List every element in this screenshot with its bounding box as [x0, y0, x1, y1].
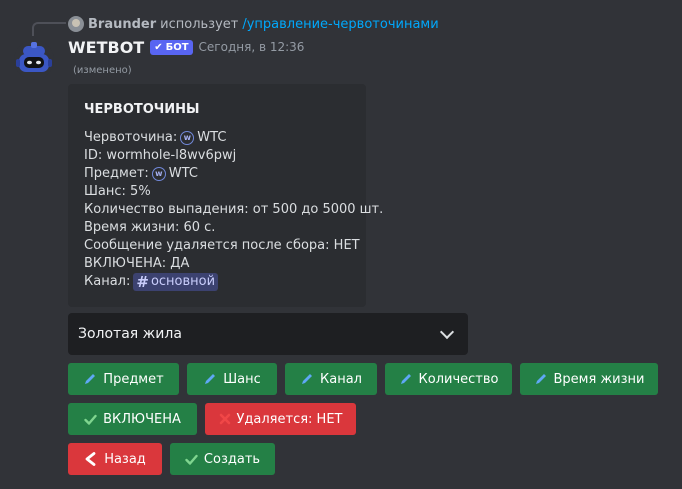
field-value: WTC	[197, 130, 227, 145]
field-value: WTC	[168, 166, 198, 181]
button-label: Предмет	[103, 371, 164, 387]
hashtag-icon: #	[136, 273, 149, 291]
bot-username[interactable]: WETBOT	[68, 38, 144, 57]
check-icon	[84, 413, 97, 426]
button-label: Время жизни	[553, 371, 645, 387]
bot-avatar[interactable]	[14, 40, 54, 80]
pencil-icon	[399, 372, 413, 386]
reply-avatar[interactable]	[68, 16, 84, 32]
field-label: Предмет:	[84, 166, 149, 181]
button-label: Количество	[418, 371, 499, 387]
verified-check-icon: ✔	[154, 41, 163, 53]
reply-header: Braunder использует /управление-червоточ…	[68, 15, 439, 33]
chevron-down-icon	[439, 324, 455, 339]
back-button[interactable]: Назад	[68, 443, 162, 475]
select-value: Золотая жила	[78, 326, 182, 342]
edit-channel-button[interactable]: Канал	[285, 363, 377, 395]
channel-mention[interactable]: # основной	[133, 273, 219, 291]
field-value: от 500 до 5000 шт.	[252, 202, 384, 217]
field-value: wormhole-l8wv6pwj	[106, 148, 237, 163]
bot-badge-label: БОТ	[165, 41, 189, 53]
wormhole-select[interactable]: Золотая жила	[68, 313, 468, 355]
pencil-icon	[300, 372, 314, 386]
pencil-icon	[83, 372, 97, 386]
item-emoji-icon: w	[151, 167, 166, 181]
edit-chance-button[interactable]: Шанс	[187, 363, 277, 395]
button-label: Назад	[104, 451, 146, 467]
edit-amount-button[interactable]: Количество	[385, 363, 512, 395]
embed-field-wormhole: Червоточина: w WTC	[84, 129, 350, 147]
bot-badge: ✔ БОТ	[150, 39, 193, 55]
embed-card: ЧЕРВОТОЧИНЫ Червоточина: w WTC ID: wormh…	[68, 84, 383, 307]
field-label: Сообщение удаляется после сбора:	[84, 238, 330, 253]
field-label: ID:	[84, 148, 103, 163]
field-value: ДА	[170, 256, 190, 271]
embed-field-enabled: ВКЛЮЧЕНА: ДА	[84, 255, 350, 273]
field-label: Червоточина:	[84, 130, 178, 145]
embed-field-chance: Шанс: 5%	[84, 183, 350, 201]
embed-field-amount: Количество выпадения: от 500 до 5000 шт.	[84, 201, 383, 219]
toggle-delete-button[interactable]: Удаляется: НЕТ	[205, 403, 356, 435]
check-icon	[185, 453, 198, 466]
edited-label: (изменено)	[73, 65, 132, 76]
wormhole-emoji-icon: w	[180, 131, 195, 145]
edit-lifetime-button[interactable]: Время жизни	[520, 363, 658, 395]
cross-icon	[219, 413, 231, 425]
edit-item-button[interactable]: Предмет	[68, 363, 179, 395]
field-label: ВКЛЮЧЕНА:	[84, 256, 167, 271]
field-value: 5%	[130, 184, 151, 199]
create-button[interactable]: Создать	[170, 443, 275, 475]
button-label: Шанс	[223, 371, 261, 387]
button-label: Удаляется: НЕТ	[236, 411, 343, 427]
message-timestamp: Сегодня, в 12:36	[198, 40, 305, 54]
pencil-icon	[534, 372, 548, 386]
channel-name: основной	[150, 274, 216, 289]
button-label: Канал	[320, 371, 362, 387]
field-label: Канал:	[84, 274, 131, 289]
embed-title: ЧЕРВОТОЧИНЫ	[84, 102, 200, 117]
field-label: Шанс:	[84, 184, 126, 199]
reply-connector	[32, 22, 66, 36]
reply-command[interactable]: /управление-червоточинами	[242, 17, 438, 32]
message-header: WETBOT ✔ БОТ Сегодня, в 12:36	[68, 36, 304, 58]
field-value: 60 с.	[183, 220, 216, 235]
embed-field-item: Предмет: w WTC	[84, 165, 350, 183]
button-label: ВКЛЮЧЕНА	[103, 411, 181, 427]
back-arrow-icon	[84, 452, 98, 466]
field-value: НЕТ	[333, 238, 360, 253]
embed-field-lifetime: Время жизни: 60 с.	[84, 219, 350, 237]
embed-field-channel: Канал: # основной	[84, 273, 350, 291]
reply-text: использует	[160, 16, 239, 32]
pencil-icon	[203, 372, 217, 386]
button-label: Создать	[203, 451, 261, 467]
toggle-enabled-button[interactable]: ВКЛЮЧЕНА	[68, 403, 197, 435]
field-label: Количество выпадения:	[84, 202, 249, 217]
embed-field-id: ID: wormhole-l8wv6pwj	[84, 147, 350, 165]
field-label: Время жизни:	[84, 220, 180, 235]
embed-field-delete: Сообщение удаляется после сбора: НЕТ	[84, 237, 360, 255]
reply-username[interactable]: Braunder	[88, 17, 156, 32]
